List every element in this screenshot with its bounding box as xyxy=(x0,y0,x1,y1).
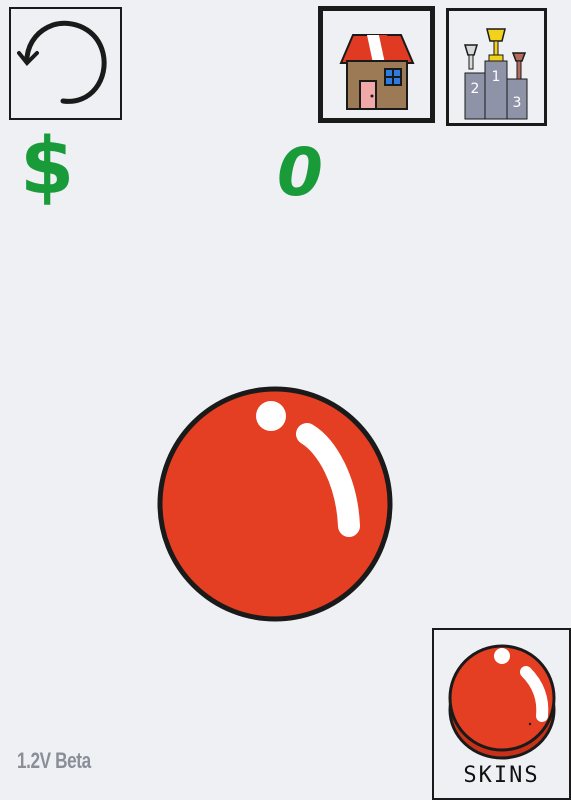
leaderboard-button[interactable]: 1 2 3 xyxy=(446,8,547,126)
podium-place-1: 1 xyxy=(492,69,501,85)
house-icon xyxy=(339,34,415,110)
podium-place-3: 3 xyxy=(513,95,522,111)
shop-button[interactable] xyxy=(318,6,435,123)
skins-button[interactable]: SKINS xyxy=(432,628,571,800)
score-counter: 0 xyxy=(277,134,323,211)
skins-label: SKINS xyxy=(463,763,540,788)
podium-place-2: 2 xyxy=(471,81,480,97)
reset-icon xyxy=(17,20,107,104)
main-ball[interactable] xyxy=(157,386,393,622)
reset-button[interactable] xyxy=(9,7,122,120)
version-label: 1.2V Beta xyxy=(17,748,91,773)
podium-icon: 1 2 3 xyxy=(463,28,528,120)
currency-symbol: $ xyxy=(20,122,75,212)
skin-preview-ball xyxy=(448,644,556,760)
